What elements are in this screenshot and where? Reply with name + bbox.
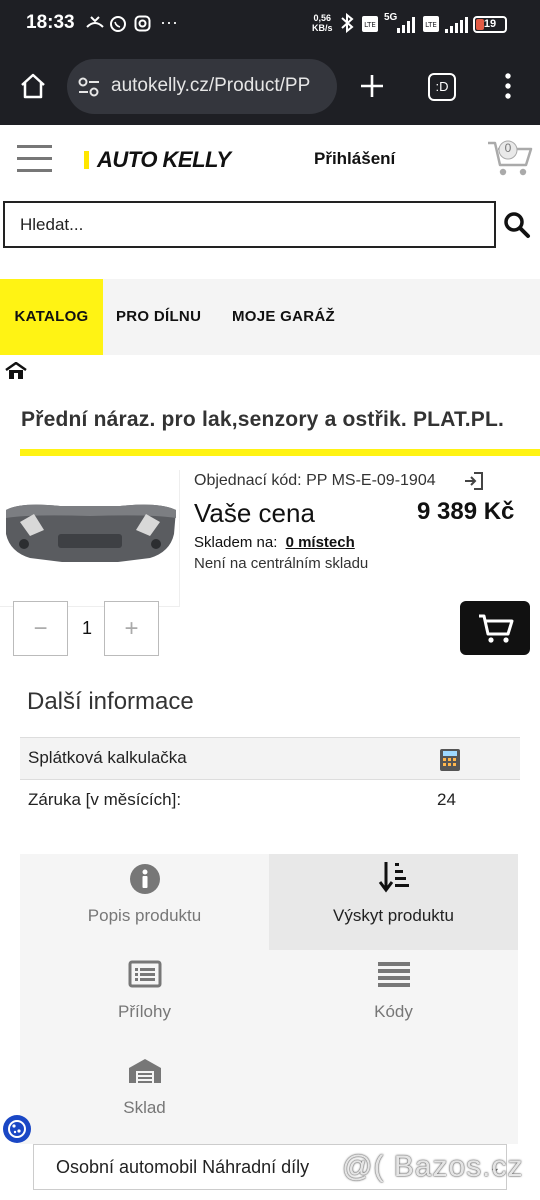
url-text: autokelly.cz/Product/PP bbox=[111, 75, 311, 96]
tile-label: Kódy bbox=[374, 1002, 413, 1021]
copy-code-icon[interactable] bbox=[464, 472, 484, 495]
central-stock-note: Není na centrálním skladu bbox=[194, 555, 369, 572]
tile-label: Popis produktu bbox=[87, 906, 202, 925]
quantity-minus-button[interactable]: − bbox=[13, 601, 68, 656]
stock-link[interactable]: 0 místech bbox=[286, 534, 355, 551]
breadcrumb-home-icon[interactable] bbox=[5, 361, 27, 385]
status-bar: 18:33 ··· 0,56 KB/s LTE 5G LTE 19 bbox=[0, 0, 540, 50]
login-link[interactable]: Přihlášení bbox=[314, 149, 395, 169]
add-to-cart-button[interactable] bbox=[460, 601, 530, 655]
tile-label: Výskyt produktu bbox=[333, 906, 454, 925]
search-input[interactable] bbox=[5, 203, 494, 246]
clock: 18:33 bbox=[26, 12, 75, 33]
product-image[interactable] bbox=[0, 470, 180, 607]
tile-vyskyt-produktu[interactable]: Výskyt produktu bbox=[269, 854, 518, 950]
search-box bbox=[3, 201, 496, 248]
warehouse-icon bbox=[129, 1059, 161, 1083]
tile-kody[interactable]: Kódy bbox=[269, 950, 518, 1046]
new-tab-icon[interactable] bbox=[359, 73, 385, 104]
battery-icon: 19 bbox=[473, 16, 507, 33]
logo-text: AUTO KELLY bbox=[97, 147, 231, 172]
row-label: Splátková kalkulačka bbox=[28, 748, 187, 767]
volte-icon-2: LTE bbox=[422, 15, 440, 37]
tile-prilohy[interactable]: Přílohy bbox=[20, 950, 269, 1046]
order-code-row: Objednací kód: PP MS-E-09-1904 bbox=[194, 472, 436, 490]
missed-call-icon bbox=[86, 15, 104, 35]
more-notifications-icon: ··· bbox=[160, 12, 178, 32]
instagram-icon bbox=[134, 15, 151, 36]
net-speed: 0,56 KB/s bbox=[312, 13, 333, 33]
tab-katalog[interactable]: KATALOG bbox=[0, 279, 103, 355]
menu-icon[interactable] bbox=[505, 72, 511, 105]
tab-switcher-button[interactable]: :D bbox=[428, 73, 456, 101]
svg-text:LTE: LTE bbox=[425, 21, 437, 29]
svg-text:LTE: LTE bbox=[364, 21, 376, 29]
signal-icon-2 bbox=[444, 16, 468, 38]
site-header: AUTO KELLY Přihlášení 0 bbox=[0, 125, 540, 195]
quantity-input[interactable]: 1 bbox=[70, 601, 104, 656]
tile-label: Sklad bbox=[123, 1098, 166, 1117]
bluetooth-icon bbox=[340, 12, 354, 37]
tab-pro-dilnu[interactable]: PRO DÍLNU bbox=[116, 279, 201, 355]
browser-toolbar: autokelly.cz/Product/PP :D bbox=[0, 50, 540, 125]
whatsapp-icon bbox=[109, 15, 127, 37]
order-code: PP MS-E-09-1904 bbox=[306, 472, 436, 489]
table-row: Záruka [v měsících]: 24 bbox=[20, 779, 520, 821]
row-value: 24 bbox=[437, 790, 456, 809]
net-speed-unit: KB/s bbox=[312, 23, 333, 33]
page-title: Přední náraz. pro lak,senzory a ostřik. … bbox=[21, 408, 505, 431]
battery-level: 19 bbox=[483, 18, 497, 30]
table-row[interactable]: Splátková kalkulačka bbox=[20, 737, 520, 779]
site-settings-icon[interactable] bbox=[77, 76, 101, 103]
cookie-settings-icon[interactable] bbox=[3, 1115, 31, 1143]
tab-moje-garaz[interactable]: MOJE GARÁŽ bbox=[232, 279, 335, 355]
select-value: Osobní automobil Náhradní díly bbox=[56, 1157, 310, 1177]
home-icon[interactable] bbox=[19, 72, 47, 105]
tile-label: Přílohy bbox=[118, 1002, 171, 1021]
cart-icon[interactable]: 0 bbox=[486, 137, 534, 184]
main-nav: KATALOG PRO DÍLNU MOJE GARÁŽ bbox=[0, 279, 540, 355]
search-icon[interactable] bbox=[503, 211, 531, 244]
signal-icon-1 bbox=[396, 16, 416, 38]
stock-label: Skladem na: bbox=[194, 534, 278, 551]
price: 9 389 Kč bbox=[417, 498, 515, 525]
product-detail-tiles: Popis produktu Výskyt produktu Přílohy K… bbox=[20, 854, 518, 1144]
info-icon bbox=[130, 864, 160, 894]
lines-icon bbox=[378, 962, 410, 987]
net-speed-value: 0,56 bbox=[313, 13, 332, 23]
stock-row: Skladem na: 0 místech bbox=[194, 534, 355, 551]
list-icon bbox=[128, 960, 162, 988]
logo[interactable]: AUTO KELLY bbox=[84, 147, 231, 173]
quantity-plus-button[interactable]: + bbox=[104, 601, 159, 656]
further-info-title: Další informace bbox=[27, 688, 194, 715]
volte-icon: LTE bbox=[361, 15, 379, 37]
price-label: Vaše cena bbox=[194, 498, 315, 528]
address-bar[interactable]: autokelly.cz/Product/PP bbox=[67, 59, 337, 114]
title-underline bbox=[20, 449, 540, 456]
tile-popis-produktu[interactable]: Popis produktu bbox=[20, 854, 269, 950]
add-to-cart-icon bbox=[479, 614, 514, 643]
row-label: Záruka [v měsících]: bbox=[28, 790, 182, 809]
order-code-label: Objednací kód: bbox=[194, 472, 302, 489]
sort-down-icon bbox=[378, 862, 409, 893]
tile-sklad[interactable]: Sklad bbox=[20, 1046, 269, 1142]
watermark: @( Bazos.cz bbox=[342, 1150, 524, 1183]
cart-count: 0 bbox=[504, 141, 512, 155]
